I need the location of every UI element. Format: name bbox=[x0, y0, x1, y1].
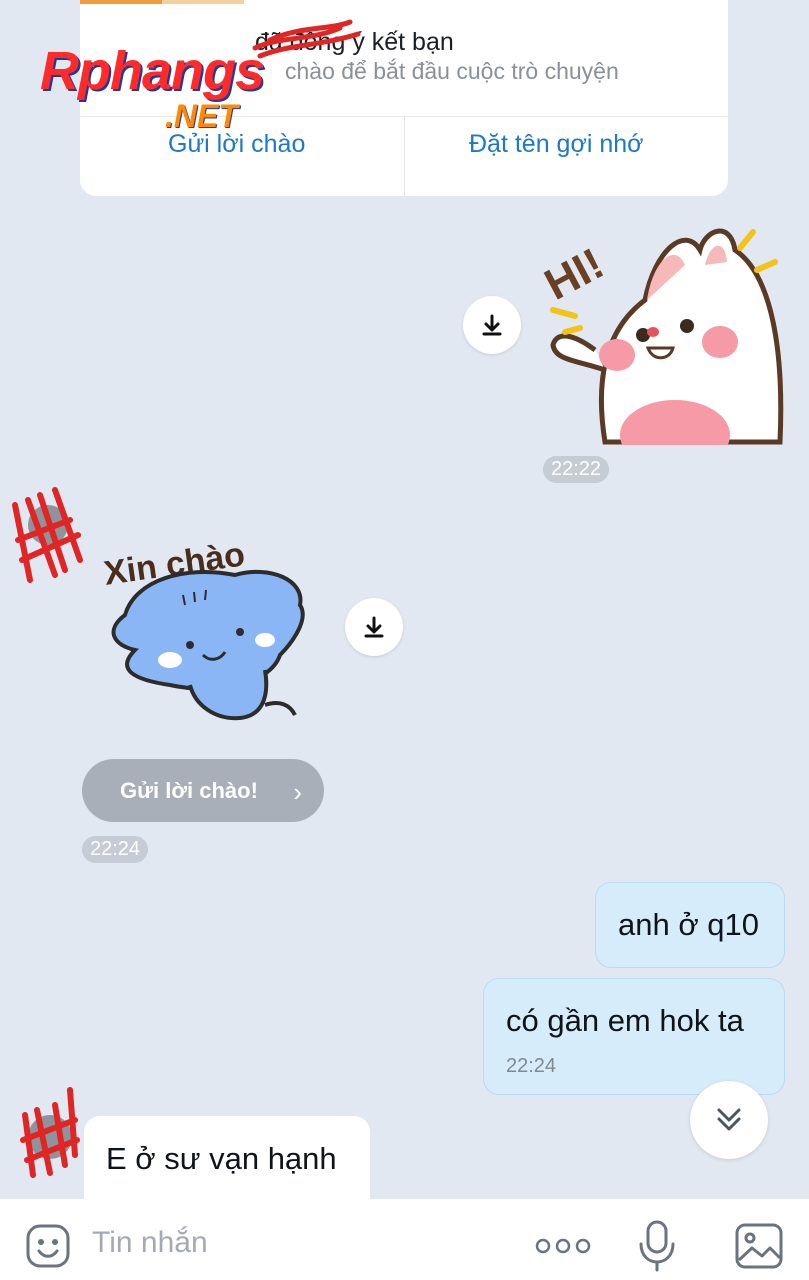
watermark-logo: Rphangs .NET bbox=[40, 40, 265, 134]
more-icon[interactable] bbox=[535, 1234, 591, 1258]
message-timestamp: 22:24 bbox=[82, 836, 149, 863]
microphone-icon[interactable] bbox=[637, 1220, 677, 1272]
scroll-to-bottom-button[interactable] bbox=[690, 1081, 768, 1159]
card-accent-line-2 bbox=[162, 0, 244, 4]
message-time: 22:24 bbox=[506, 1055, 557, 1077]
message-bubble-outgoing[interactable]: anh ở q10 bbox=[595, 882, 785, 968]
send-greeting-button[interactable]: Gửi lời chào! › bbox=[82, 759, 324, 822]
card-accent-line bbox=[80, 0, 162, 4]
download-icon bbox=[482, 314, 502, 336]
card-divider-vertical bbox=[404, 116, 405, 196]
message-text: có gần em hok ta bbox=[506, 1003, 744, 1038]
message-timestamp: 22:22 bbox=[543, 456, 610, 483]
watermark-main-text: Rphangs bbox=[40, 41, 265, 101]
message-bubble-outgoing[interactable]: có gần em hok ta 22:24 bbox=[483, 978, 785, 1095]
download-icon bbox=[364, 616, 384, 638]
blue-cat-sticker: Xin chào bbox=[102, 535, 305, 721]
double-chevron-down-icon bbox=[717, 1108, 741, 1131]
image-icon[interactable] bbox=[734, 1222, 784, 1270]
watermark-sub-text: .NET bbox=[165, 98, 238, 134]
message-input[interactable]: Tin nhắn bbox=[92, 1226, 208, 1260]
download-sticker-button[interactable] bbox=[463, 296, 521, 354]
bunny-hi-sticker: HI! bbox=[537, 228, 784, 445]
redaction-scribble bbox=[252, 19, 361, 59]
sticker-hi-text: HI! bbox=[537, 239, 612, 310]
message-text: anh ở q10 bbox=[618, 907, 759, 942]
emoji-icon[interactable] bbox=[24, 1222, 72, 1270]
sender-avatar-redacted bbox=[12, 487, 83, 583]
sender-avatar-redacted bbox=[20, 1087, 80, 1178]
message-text: E ở sư vạn hạnh bbox=[106, 1141, 337, 1176]
send-greeting-label: Gửi lời chào! bbox=[120, 777, 258, 803]
download-sticker-button[interactable] bbox=[345, 598, 403, 656]
set-nickname-link[interactable]: Đặt tên gợi nhớ bbox=[469, 130, 644, 159]
chevron-right-icon: › bbox=[293, 777, 302, 807]
